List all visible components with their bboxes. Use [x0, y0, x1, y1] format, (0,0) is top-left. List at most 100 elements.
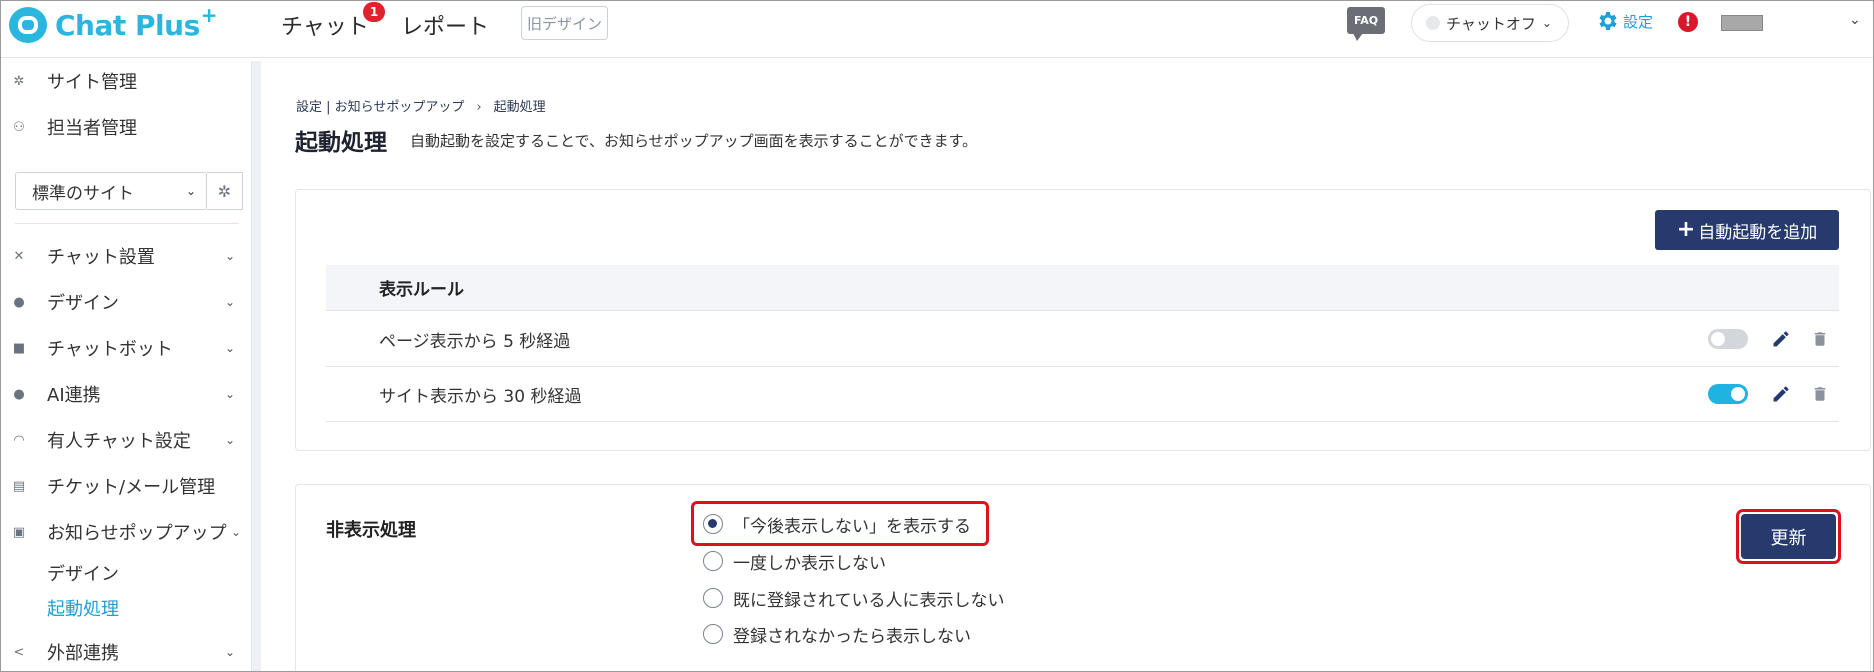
gear-icon: ✲	[217, 181, 232, 201]
rules-table-header: 表示ルール	[326, 265, 1839, 311]
page-title: 起動処理	[295, 130, 387, 156]
sidebar-divider	[15, 223, 239, 224]
headset-icon: ◠	[13, 432, 25, 448]
highlight-annotation	[691, 501, 989, 546]
chevron-down-icon[interactable]: ⌄	[1849, 12, 1861, 28]
chat-status-dropdown[interactable]: チャットオフ ⌄	[1411, 4, 1569, 42]
settings-label: 設定	[1623, 12, 1654, 31]
sidebar-item-chatbot[interactable]: ■ チャットボット ⌄	[1, 328, 251, 368]
chevron-down-icon: ⌄	[230, 525, 241, 539]
tools-icon: ✕	[13, 248, 25, 264]
people-icon: ⚇	[13, 119, 25, 135]
breadcrumb-current: 起動処理	[493, 100, 546, 115]
sidebar-item-label: チャットボット	[47, 339, 173, 360]
sidebar-subitem-design[interactable]: デザイン	[47, 560, 119, 586]
rule-label: サイト表示から 30 秒経過	[379, 386, 582, 407]
hide-processing-label: 非表示処理	[326, 520, 416, 541]
add-button-label: 自動起動を追加	[1698, 222, 1818, 243]
sidebar-item-chat-install[interactable]: ✕ チャット設置 ⌄	[1, 236, 251, 276]
sidebar-item-label: AI連携	[47, 385, 101, 406]
sidebar-subitem-startup[interactable]: 起動処理	[47, 595, 119, 621]
breadcrumb-separator: ›	[476, 100, 482, 115]
gear-icon: ✲	[13, 73, 25, 89]
sidebar-item-label: お知らせポップアップ	[47, 523, 227, 544]
add-auto-start-button[interactable]: + 自動起動を追加	[1655, 210, 1839, 250]
palette-icon: ●	[13, 294, 25, 310]
sidebar-item-ai[interactable]: ● AI連携 ⌄	[1, 374, 251, 414]
chevron-down-icon: ⌄	[224, 645, 235, 659]
avatar[interactable]	[1721, 15, 1763, 31]
site-select-value: 標準のサイト	[32, 183, 134, 204]
chevron-down-icon: ⌄	[224, 295, 235, 309]
sidebar-item-label: 外部連携	[47, 643, 119, 664]
rule-toggle[interactable]	[1708, 329, 1748, 349]
radio-label: 既に登録されている人に表示しない	[733, 590, 1005, 611]
radio-option-hide-unregistered[interactable]: 登録されなかったら表示しない	[703, 619, 971, 649]
chevron-down-icon: ⌄	[224, 433, 235, 447]
nav-chat[interactable]: チャット	[281, 9, 369, 41]
chevron-down-icon: ⌄	[224, 341, 235, 355]
rule-toggle[interactable]	[1708, 384, 1748, 404]
settings-link[interactable]: 設定	[1595, 9, 1653, 33]
app-window: Chat Plus + チャット 1 レポート 旧デザイン FAQ チャットオフ…	[0, 0, 1874, 672]
rule-label: ページ表示から 5 秒経過	[379, 331, 571, 352]
radio-label: 登録されなかったら表示しない	[733, 626, 971, 647]
sidebar: ✲ サイト管理 ⚇ 担当者管理 標準のサイト ⌄ ✲ ✕ チャット設置 ⌄ ● …	[1, 58, 251, 671]
radio-button[interactable]	[703, 588, 723, 608]
site-select[interactable]: 標準のサイト ⌄	[15, 172, 207, 210]
pencil-icon[interactable]	[1771, 329, 1791, 349]
breadcrumb: 設定 | お知らせポップアップ › 起動処理	[296, 100, 546, 115]
sidebar-item-site-management[interactable]: ✲ サイト管理	[1, 61, 251, 101]
sidebar-item-staff-management[interactable]: ⚇ 担当者管理	[1, 107, 251, 147]
alert-icon[interactable]: !	[1678, 12, 1698, 32]
breadcrumb-popup[interactable]: お知らせポップアップ	[335, 100, 465, 115]
chevron-down-icon: ⌄	[1541, 16, 1552, 30]
plus-icon: +	[1676, 217, 1696, 242]
gear-icon	[1599, 12, 1617, 30]
radio-button[interactable]	[703, 551, 723, 571]
table-row: ページ表示から 5 秒経過	[326, 312, 1839, 367]
radio-label: 一度しか表示しない	[733, 553, 886, 574]
logo-plus: +	[200, 3, 218, 27]
page-description: 自動起動を設定することで、お知らせポップアップ画面を表示することができます。	[410, 132, 978, 150]
table-row: サイト表示から 30 秒経過	[326, 367, 1839, 422]
sidebar-item-popup[interactable]: ▣ お知らせポップアップ ⌄	[1, 512, 251, 552]
ticket-icon: ▤	[12, 478, 26, 494]
faq-icon[interactable]: FAQ	[1347, 7, 1385, 41]
bulb-icon: ●	[13, 386, 25, 402]
old-design-button[interactable]: 旧デザイン	[521, 6, 608, 40]
status-label: チャットオフ	[1446, 14, 1536, 33]
sidebar-item-integration[interactable]: < 外部連携 ⌄	[1, 632, 251, 671]
sidebar-item-ticket-mail[interactable]: ▤ チケット/メール管理	[1, 466, 251, 506]
breadcrumb-settings[interactable]: 設定	[296, 100, 322, 115]
sidebar-scrollbar[interactable]	[251, 61, 261, 671]
radio-button[interactable]	[703, 624, 723, 644]
pencil-icon[interactable]	[1771, 384, 1791, 404]
hide-processing-panel	[295, 484, 1871, 671]
sidebar-item-design[interactable]: ● デザイン ⌄	[1, 282, 251, 322]
radio-option-show-once[interactable]: 一度しか表示しない	[703, 546, 886, 576]
top-bar: Chat Plus + チャット 1 レポート 旧デザイン FAQ チャットオフ…	[1, 1, 1873, 58]
sidebar-item-label: 有人チャット設定	[47, 431, 191, 452]
chat-notification-badge: 1	[363, 2, 385, 22]
trash-icon[interactable]	[1811, 329, 1829, 349]
trash-icon[interactable]	[1811, 384, 1829, 404]
logo[interactable]: Chat Plus +	[9, 3, 218, 45]
chat-bubble-icon: ■	[12, 340, 26, 356]
update-button[interactable]: 更新	[1741, 514, 1836, 559]
sidebar-item-label: チケット/メール管理	[47, 477, 216, 498]
radio-option-hide-registered[interactable]: 既に登録されている人に表示しない	[703, 583, 1005, 613]
status-dot-icon	[1426, 16, 1440, 30]
sidebar-item-label: 担当者管理	[47, 118, 137, 139]
sidebar-item-label: サイト管理	[47, 72, 137, 93]
popup-icon: ▣	[12, 524, 26, 540]
sidebar-item-manned-chat[interactable]: ◠ 有人チャット設定 ⌄	[1, 420, 251, 460]
chevron-down-icon: ⌄	[185, 184, 196, 198]
nav-report[interactable]: レポート	[401, 9, 489, 41]
logo-icon	[9, 7, 47, 43]
faq-label: FAQ	[1353, 14, 1379, 27]
site-settings-button[interactable]: ✲	[207, 172, 243, 210]
sidebar-item-label: チャット設置	[47, 247, 155, 268]
chevron-down-icon: ⌄	[224, 249, 235, 263]
chevron-down-icon: ⌄	[224, 387, 235, 401]
